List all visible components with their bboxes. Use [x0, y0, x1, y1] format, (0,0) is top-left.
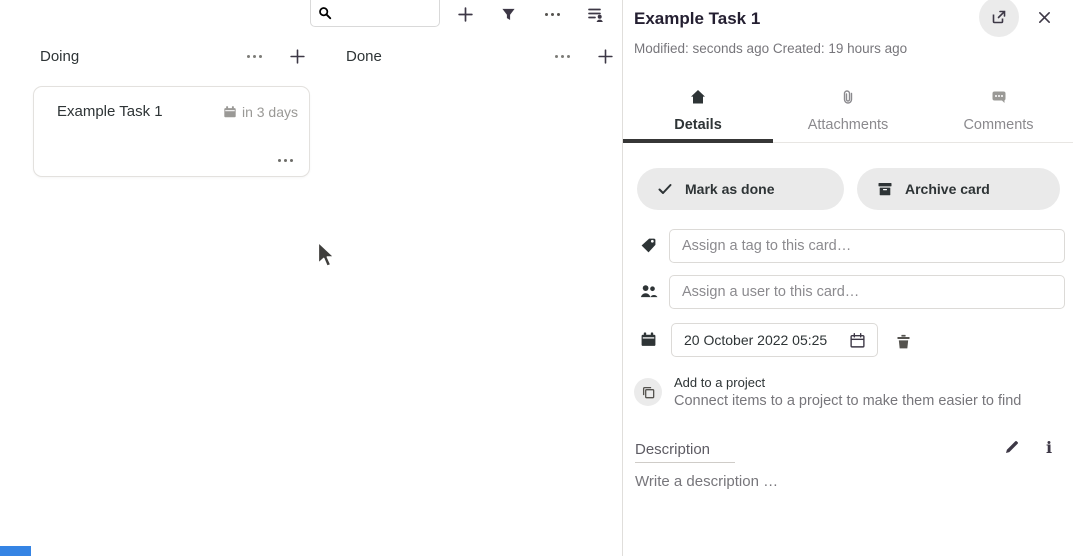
copy-icon [641, 385, 656, 400]
column-doing-add-button[interactable] [285, 44, 309, 68]
panel-tabs: Details Attachments Comments [623, 84, 1073, 143]
tab-label: Attachments [773, 117, 923, 133]
menu-icon [545, 13, 560, 16]
filter-button[interactable] [494, 0, 522, 28]
trash-icon [895, 333, 912, 350]
description-info-button[interactable]: i [1036, 434, 1062, 460]
info-icon: i [1046, 438, 1052, 457]
remove-due-date-button[interactable] [890, 328, 916, 354]
paperclip-icon [773, 89, 923, 105]
add-to-project-button[interactable] [634, 378, 662, 406]
details-panel: Example Task 1 Modified: seconds ago Cre… [623, 0, 1073, 556]
column-title-done: Done [346, 48, 382, 65]
user-input[interactable] [669, 275, 1065, 309]
tab-comments[interactable]: Comments [924, 84, 1073, 143]
column-doing-menu-button[interactable] [242, 44, 266, 68]
due-date-value: 20 October 2022 05:25 [684, 332, 845, 348]
users-icon [640, 283, 658, 300]
pencil-icon [1004, 439, 1020, 455]
comment-icon [924, 89, 1073, 105]
search-input-wrap[interactable] [310, 0, 440, 27]
home-icon [623, 89, 773, 105]
mark-as-done-button[interactable]: Mark as done [637, 168, 844, 210]
search-input[interactable] [337, 6, 432, 21]
due-date-field[interactable]: 20 October 2022 05:25 [671, 323, 878, 357]
calendar-icon [640, 331, 657, 348]
panel-meta: Modified: seconds ago Created: 19 hours … [634, 41, 907, 56]
close-icon [1037, 10, 1052, 25]
panel-title: Example Task 1 [634, 9, 760, 29]
close-panel-button[interactable] [1031, 4, 1057, 30]
active-tab-indicator [623, 139, 773, 143]
board-menu-button[interactable] [538, 0, 566, 28]
menu-icon [247, 55, 262, 58]
app-window: Doing Done Example Task 1 in 3 days Exam… [0, 0, 1073, 556]
button-label: Archive card [905, 181, 990, 197]
tab-details[interactable]: Details [623, 84, 773, 143]
card-due-date: in 3 days [223, 104, 298, 120]
project-row-title: Add to a project [674, 375, 765, 390]
project-row-subtitle: Connect items to a project to make them … [674, 393, 1021, 409]
calendar-icon [223, 105, 237, 119]
search-icon [318, 6, 332, 20]
column-done-add-button[interactable] [593, 44, 617, 68]
card-title: Example Task 1 [57, 103, 163, 120]
view-switch-button[interactable] [581, 0, 609, 28]
column-title-doing: Doing [40, 48, 79, 65]
button-label: Mark as done [685, 181, 774, 197]
tag-input[interactable] [669, 229, 1065, 263]
task-card[interactable]: Example Task 1 in 3 days [33, 86, 310, 177]
plus-icon [457, 6, 474, 23]
calendar-outline-icon [849, 332, 866, 349]
description-label: Description [635, 441, 710, 458]
menu-icon [555, 55, 570, 58]
filter-icon [501, 7, 516, 22]
external-link-icon [991, 9, 1007, 25]
tab-label: Comments [924, 117, 1073, 133]
list-person-icon [587, 6, 604, 23]
tab-attachments[interactable]: Attachments [773, 84, 923, 143]
description-placeholder[interactable]: Write a description … [635, 473, 778, 490]
check-icon [657, 181, 673, 197]
mouse-cursor [316, 241, 338, 275]
open-calendar-button[interactable] [845, 328, 869, 352]
plus-icon [597, 48, 614, 65]
card-menu-button[interactable] [278, 159, 293, 162]
plus-icon [289, 48, 306, 65]
archive-icon [877, 181, 893, 197]
add-card-button[interactable] [451, 0, 479, 28]
archive-card-button[interactable]: Archive card [857, 168, 1060, 210]
description-underline [635, 462, 735, 463]
open-in-window-button[interactable] [979, 0, 1019, 37]
tag-icon [640, 237, 657, 254]
column-done-menu-button[interactable] [550, 44, 574, 68]
accent-bar [0, 546, 31, 556]
edit-description-button[interactable] [999, 434, 1025, 460]
tab-label: Details [623, 117, 773, 133]
menu-icon [278, 159, 293, 162]
